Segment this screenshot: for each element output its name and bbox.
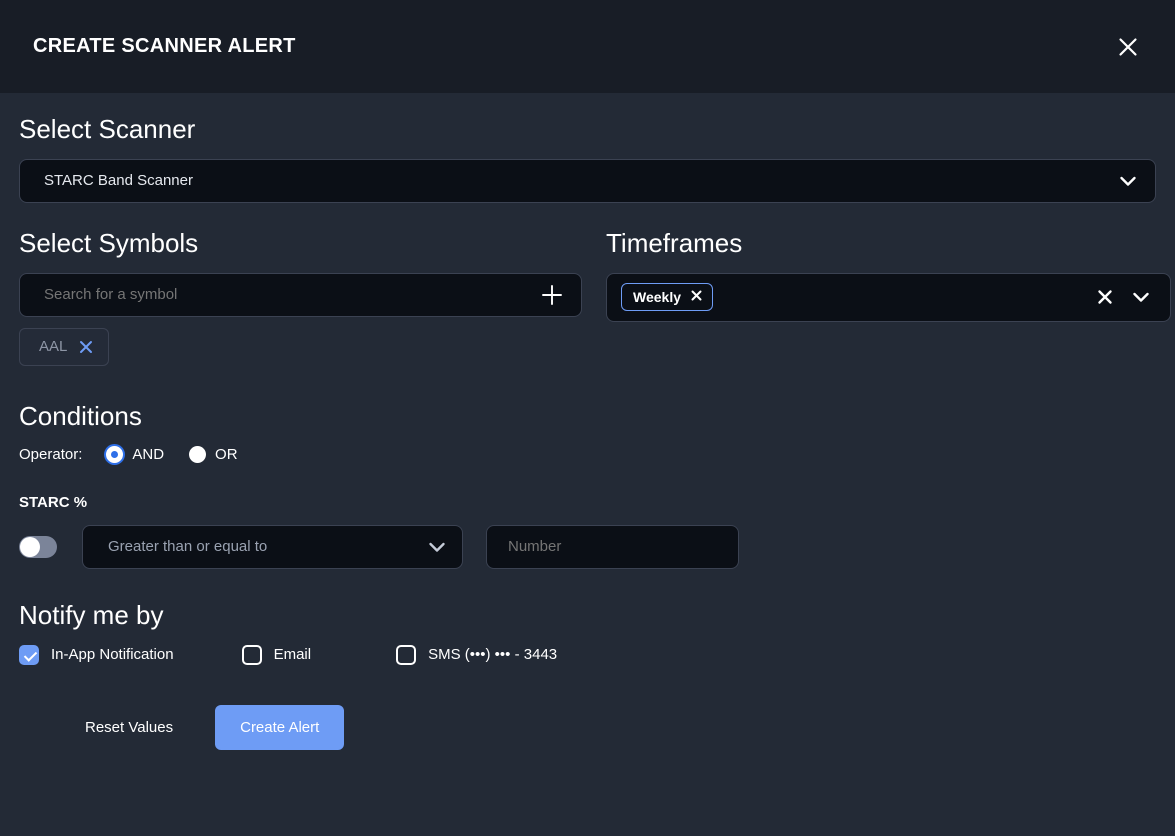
select-scanner-heading: Select Scanner — [19, 114, 196, 144]
conditions-section: Conditions Operator: AND OR STARC % Grea… — [19, 400, 1156, 569]
notify-option-sms[interactable]: SMS (•••) ••• - 3443 — [396, 644, 558, 665]
radio-icon[interactable] — [189, 445, 207, 463]
conditions-heading: Conditions — [19, 400, 142, 431]
comparator-select-value: Greater than or equal to — [108, 538, 268, 556]
operator-and-label: AND — [132, 445, 165, 463]
operator-label: Operator: — [19, 445, 83, 463]
checkbox-icon[interactable] — [19, 644, 39, 665]
notify-in-app-label: In-App Notification — [51, 646, 174, 664]
chevron-down-icon[interactable] — [426, 536, 448, 558]
operator-or-label: OR — [215, 445, 238, 463]
comparator-select[interactable]: Greater than or equal to — [82, 524, 463, 569]
timeframes-multiselect[interactable]: Weekly — [606, 272, 1171, 322]
timeframe-chip[interactable]: Weekly — [621, 283, 713, 312]
create-scanner-alert-modal: CREATE SCANNER ALERT Select Scanner STAR… — [0, 0, 1175, 836]
select-symbols-column: Select Symbols AAL — [19, 227, 582, 366]
notify-option-in-app[interactable]: In-App Notification — [19, 644, 174, 665]
clear-all-icon[interactable] — [1096, 288, 1114, 306]
modal-header: CREATE SCANNER ALERT — [0, 0, 1175, 93]
checkbox-icon[interactable] — [396, 644, 417, 665]
condition-toggle[interactable] — [19, 535, 57, 558]
search-input[interactable] — [44, 286, 539, 304]
symbol-chip[interactable]: AAL — [19, 327, 110, 366]
checkbox-icon[interactable] — [241, 644, 262, 665]
scanner-select-value: STARC Band Scanner — [44, 172, 193, 190]
chevron-down-icon[interactable] — [1117, 170, 1139, 192]
notify-options-row: In-App Notification Email SMS (•••) ••• … — [19, 644, 1156, 665]
symbol-chips: AAL — [19, 327, 582, 366]
page-title: CREATE SCANNER ALERT — [33, 35, 296, 57]
condition-number-input[interactable] — [508, 538, 722, 556]
close-icon[interactable] — [1111, 30, 1145, 64]
condition-number-field[interactable] — [486, 524, 739, 569]
condition-row: Greater than or equal to — [19, 524, 1156, 569]
notify-section: Notify me by In-App Notification Email S… — [19, 599, 1156, 665]
timeframes-heading: Timeframes — [606, 227, 743, 258]
operator-radio-or[interactable]: OR — [189, 445, 238, 463]
timeframes-actions — [1096, 286, 1158, 308]
chevron-down-icon[interactable] — [1130, 286, 1152, 308]
operator-row: Operator: AND OR — [19, 445, 1156, 463]
timeframe-chip-label: Weekly — [633, 289, 681, 306]
symbol-search-field[interactable] — [19, 272, 582, 317]
close-icon[interactable] — [78, 339, 94, 355]
toggle-knob — [20, 536, 40, 557]
reset-values-button[interactable]: Reset Values — [71, 709, 187, 746]
modal-footer: Reset Values Create Alert — [19, 704, 1156, 750]
symbols-timeframes-row: Select Symbols AAL — [19, 227, 1171, 366]
select-symbols-heading: Select Symbols — [19, 227, 199, 258]
plus-icon[interactable] — [539, 282, 565, 308]
condition-title: STARC % — [19, 493, 88, 511]
scanner-select[interactable]: STARC Band Scanner — [19, 158, 1156, 203]
timeframes-column: Timeframes Weekly — [606, 227, 1171, 366]
close-icon[interactable] — [690, 289, 703, 305]
notify-email-label: Email — [273, 646, 312, 664]
notify-option-email[interactable]: Email — [241, 644, 312, 665]
symbol-chip-label: AAL — [39, 338, 68, 356]
create-alert-button[interactable]: Create Alert — [215, 704, 345, 750]
notify-sms-label: SMS (•••) ••• - 3443 — [428, 646, 558, 664]
radio-icon[interactable] — [106, 445, 124, 463]
notify-heading: Notify me by — [19, 599, 164, 630]
operator-radio-and[interactable]: AND — [106, 445, 165, 463]
modal-body: Select Scanner STARC Band Scanner Select… — [0, 93, 1175, 836]
